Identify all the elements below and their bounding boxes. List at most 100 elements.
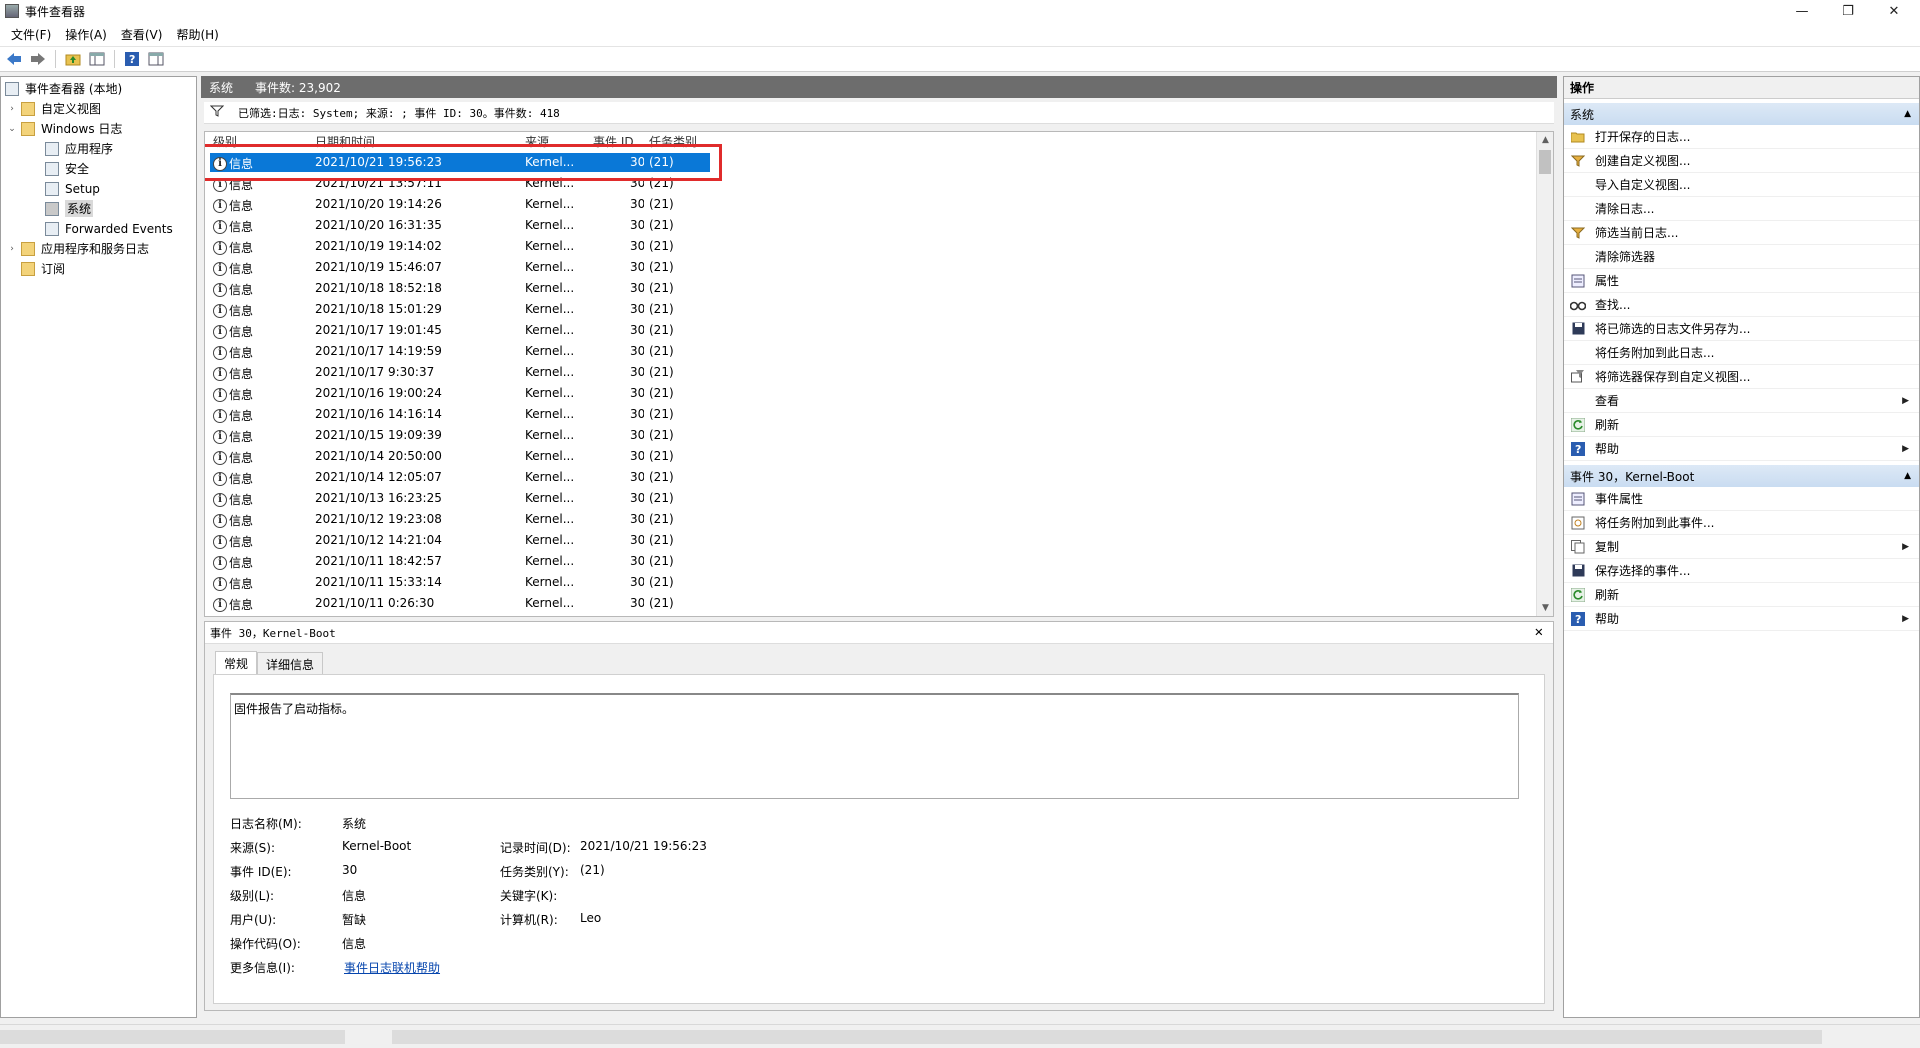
action-item[interactable]: 将已筛选的日志文件另存为... xyxy=(1564,317,1919,341)
action-item[interactable]: 事件属性 xyxy=(1564,487,1919,511)
restore-button[interactable]: ❐ xyxy=(1825,0,1871,22)
general-tab-body: 固件报告了启动指标。 日志名称(M): 系统 来源(S): Kernel-Boo… xyxy=(213,674,1545,1004)
actions-section-event[interactable]: 事件 30，Kernel-Boot ▲ xyxy=(1564,465,1919,487)
tree-node-security[interactable]: 安全 xyxy=(45,159,89,178)
table-row[interactable]: i 信息 2021/10/16 14:16:14 Kernel... 30 (21) xyxy=(205,404,1535,425)
table-row[interactable]: i 信息 2021/10/19 15:46:07 Kernel... 30 (21) xyxy=(205,257,1535,278)
table-row[interactable]: i 信息 2021/10/17 19:01:45 Kernel... 30 (21) xyxy=(205,320,1535,341)
show-hide-tree-icon[interactable] xyxy=(87,49,107,69)
help-icon[interactable]: ? xyxy=(122,49,142,69)
action-item[interactable]: 打开保存的日志... xyxy=(1564,125,1919,149)
table-row[interactable]: i 信息 2021/10/11 15:33:14 Kernel... 30 (21) xyxy=(205,572,1535,593)
action-label: 查看 xyxy=(1595,394,1620,408)
table-row[interactable]: i 信息 2021/10/20 16:31:35 Kernel... 30 (21) xyxy=(205,215,1535,236)
action-item[interactable]: 导入自定义视图... xyxy=(1564,173,1919,197)
tree-node-app-service-logs[interactable]: › 应用程序和服务日志 xyxy=(7,239,149,258)
cell-source: Kernel... xyxy=(525,407,575,421)
table-row[interactable]: i 信息 2021/10/17 14:19:59 Kernel... 30 (21) xyxy=(205,341,1535,362)
action-item[interactable]: 将筛选器保存到自定义视图... xyxy=(1564,365,1919,389)
table-row[interactable]: i 信息 2021/10/14 12:05:07 Kernel... 30 (21) xyxy=(205,467,1535,488)
detail-tabs: 常规 详细信息 xyxy=(215,651,324,675)
tree-node-subscriptions[interactable]: 订阅 xyxy=(21,259,65,278)
actions-section-system[interactable]: 系统 ▲ xyxy=(1564,103,1919,125)
action-item[interactable]: 刷新 xyxy=(1564,413,1919,437)
tab-general[interactable]: 常规 xyxy=(215,651,258,675)
close-button[interactable]: ✕ xyxy=(1871,0,1917,22)
tree-node-forwarded-events[interactable]: Forwarded Events xyxy=(45,219,173,238)
table-row[interactable]: i 信息 2021/10/13 16:23:25 Kernel... 30 (21) xyxy=(205,488,1535,509)
action-item[interactable]: 保存选择的事件... xyxy=(1564,559,1919,583)
event-description[interactable]: 固件报告了启动指标。 xyxy=(230,693,1519,799)
table-row[interactable]: i 信息 2021/10/12 19:23:08 Kernel... 30 (21) xyxy=(205,509,1535,530)
minimize-button[interactable]: — xyxy=(1779,0,1825,22)
up-folder-icon[interactable] xyxy=(63,49,83,69)
table-row[interactable]: i 信息 2021/10/11 18:42:57 Kernel... 30 (21) xyxy=(205,551,1535,572)
table-row[interactable]: i 信息 2021/10/20 19:14:26 Kernel... 30 (21) xyxy=(205,194,1535,215)
action-item[interactable]: 刷新 xyxy=(1564,583,1919,607)
collapse-arrow-icon[interactable]: ⌄ xyxy=(7,124,17,134)
cell-level: i 信息 xyxy=(213,554,253,571)
action-item[interactable]: 将任务附加到此日志... xyxy=(1564,341,1919,365)
cell-datetime: 2021/10/11 18:42:57 xyxy=(315,554,442,568)
copy-icon xyxy=(1570,539,1586,555)
action-label: 事件属性 xyxy=(1595,492,1644,506)
menu-file[interactable]: 文件(F) xyxy=(4,26,58,43)
cell-event-id: 30 xyxy=(630,260,644,274)
action-item[interactable]: 清除筛选器 xyxy=(1564,245,1919,269)
scroll-up-icon[interactable]: ▲ xyxy=(1537,132,1553,148)
tree-node-root[interactable]: 事件查看器 (本地) xyxy=(5,79,122,98)
table-row[interactable]: i 信息 2021/10/17 9:30:37 Kernel... 30 (21) xyxy=(205,362,1535,383)
tree-node-custom-views[interactable]: › 自定义视图 xyxy=(7,99,101,118)
action-item[interactable]: 复制 ▶ xyxy=(1564,535,1919,559)
cell-level: i 信息 xyxy=(213,533,253,550)
tree-node-windows-logs[interactable]: ⌄ Windows 日志 xyxy=(7,119,122,138)
collapse-caret-icon[interactable]: ▲ xyxy=(1904,471,1911,481)
expand-arrow-icon[interactable]: › xyxy=(7,244,17,254)
collapse-caret-icon[interactable]: ▲ xyxy=(1904,109,1911,119)
action-item[interactable]: 将任务附加到此事件... xyxy=(1564,511,1919,535)
action-item[interactable]: 创建自定义视图... xyxy=(1564,149,1919,173)
cell-datetime: 2021/10/19 15:46:07 xyxy=(315,260,442,274)
expand-arrow-icon[interactable]: › xyxy=(7,104,17,114)
vertical-scrollbar[interactable]: ▲ ▼ xyxy=(1536,132,1553,616)
table-row[interactable]: i 信息 2021/10/18 18:52:18 Kernel... 30 (21) xyxy=(205,278,1535,299)
menu-view[interactable]: 查看(V) xyxy=(114,26,170,43)
tree-node-setup[interactable]: Setup xyxy=(45,179,100,198)
action-item[interactable]: 清除日志... xyxy=(1564,197,1919,221)
forward-icon[interactable] xyxy=(28,49,48,69)
table-row[interactable]: i 信息 2021/10/12 14:21:04 Kernel... 30 (21) xyxy=(205,530,1535,551)
table-row[interactable]: i 信息 2021/10/19 19:14:02 Kernel... 30 (21) xyxy=(205,236,1535,257)
cell-level: i 信息 xyxy=(213,365,253,382)
section-title: 系统 xyxy=(1570,107,1595,122)
level-text: 信息 xyxy=(229,220,254,234)
tree-node-application[interactable]: 应用程序 xyxy=(45,139,113,158)
menu-help[interactable]: 帮助(H) xyxy=(169,26,225,43)
back-icon[interactable] xyxy=(4,49,24,69)
table-row[interactable]: i 信息 2021/10/16 19:00:24 Kernel... 30 (21) xyxy=(205,383,1535,404)
action-item[interactable]: ? 帮助 ▶ xyxy=(1564,607,1919,631)
scroll-down-icon[interactable]: ▼ xyxy=(1537,600,1553,616)
online-help-link[interactable]: 事件日志联机帮助 xyxy=(344,959,440,976)
menu-action[interactable]: 操作(A) xyxy=(58,26,114,43)
table-row[interactable]: i 信息 2021/10/18 15:01:29 Kernel... 30 (21) xyxy=(205,299,1535,320)
scroll-thumb[interactable] xyxy=(1539,150,1551,174)
action-label: 导入自定义视图... xyxy=(1595,178,1691,192)
action-label: 帮助 xyxy=(1595,612,1620,626)
action-item[interactable]: 筛选当前日志... xyxy=(1564,221,1919,245)
cell-datetime: 2021/10/13 16:23:25 xyxy=(315,491,442,505)
info-icon: i xyxy=(213,471,227,486)
close-icon[interactable]: ✕ xyxy=(1535,624,1543,640)
level-text: 信息 xyxy=(229,304,254,318)
tab-details[interactable]: 详细信息 xyxy=(257,652,324,674)
action-item[interactable]: 查找... xyxy=(1564,293,1919,317)
action-item[interactable]: 查看 ▶ xyxy=(1564,389,1919,413)
show-hide-action-pane-icon[interactable] xyxy=(146,49,166,69)
action-label: 刷新 xyxy=(1595,588,1620,602)
table-row[interactable]: i 信息 2021/10/11 0:26:30 Kernel... 30 (21) xyxy=(205,593,1535,614)
action-item[interactable]: 属性 xyxy=(1564,269,1919,293)
table-row[interactable]: i 信息 2021/10/15 19:09:39 Kernel... 30 (21) xyxy=(205,425,1535,446)
action-item[interactable]: ? 帮助 ▶ xyxy=(1564,437,1919,461)
tree-node-system[interactable]: 系统 xyxy=(45,199,94,218)
table-row[interactable]: i 信息 2021/10/14 20:50:00 Kernel... 30 (21) xyxy=(205,446,1535,467)
folder-icon xyxy=(21,121,35,136)
